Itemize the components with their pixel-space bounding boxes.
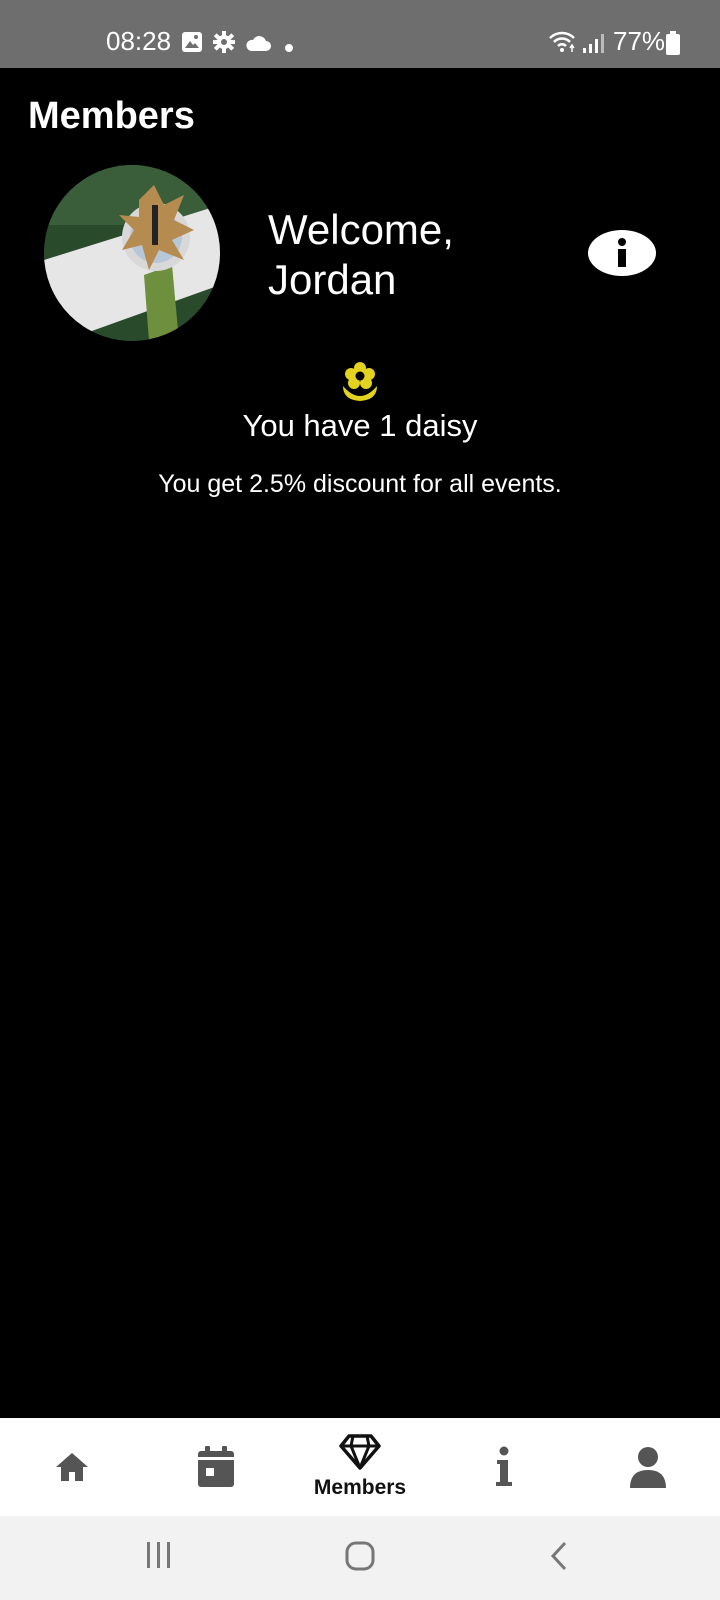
info-icon [496, 1446, 512, 1486]
info-icon [618, 238, 626, 267]
home-circle-icon[interactable] [344, 1540, 376, 1577]
avatar[interactable] [44, 165, 220, 341]
bottom-nav: Members [0, 1418, 720, 1516]
signal-icon [582, 32, 606, 59]
dot-icon [285, 39, 293, 57]
welcome-text: Welcome, Jordan [268, 205, 454, 305]
members-screen: 08:28 77% Members Welcome, Jordan You ha… [0, 0, 720, 1600]
calendar-icon [198, 1446, 234, 1487]
home-icon [56, 1453, 88, 1481]
nav-members[interactable]: Members [288, 1418, 432, 1516]
diamond-icon [339, 1434, 381, 1470]
gallery-icon [181, 31, 203, 58]
nav-home[interactable] [0, 1418, 144, 1516]
info-button[interactable] [588, 230, 656, 276]
welcome-greeting: Welcome, [268, 206, 454, 253]
system-nav-bar [0, 1516, 720, 1600]
daisy-flower-icon [341, 360, 379, 407]
avatar-photo [44, 165, 220, 341]
status-time: 08:28 [106, 26, 172, 56]
page-title: Members [28, 95, 195, 137]
nav-info[interactable] [432, 1418, 576, 1516]
back-icon[interactable] [548, 1540, 570, 1577]
daisy-count-text: You have 1 daisy [242, 408, 478, 443]
nav-calendar[interactable] [144, 1418, 288, 1516]
recents-icon[interactable] [145, 1540, 173, 1575]
discount-text: You get 2.5% discount for all events. [158, 470, 562, 498]
user-name: Jordan [268, 256, 397, 303]
settings-icon [213, 31, 235, 58]
wifi-icon [548, 30, 576, 59]
nav-members-label: Members [313, 1476, 407, 1499]
status-bar: 08:28 77% [0, 0, 720, 68]
person-icon [630, 1447, 666, 1488]
battery-icon [666, 31, 680, 60]
battery-percent: 77% [613, 26, 666, 56]
cloud-icon [245, 35, 271, 56]
nav-profile[interactable] [576, 1418, 720, 1516]
